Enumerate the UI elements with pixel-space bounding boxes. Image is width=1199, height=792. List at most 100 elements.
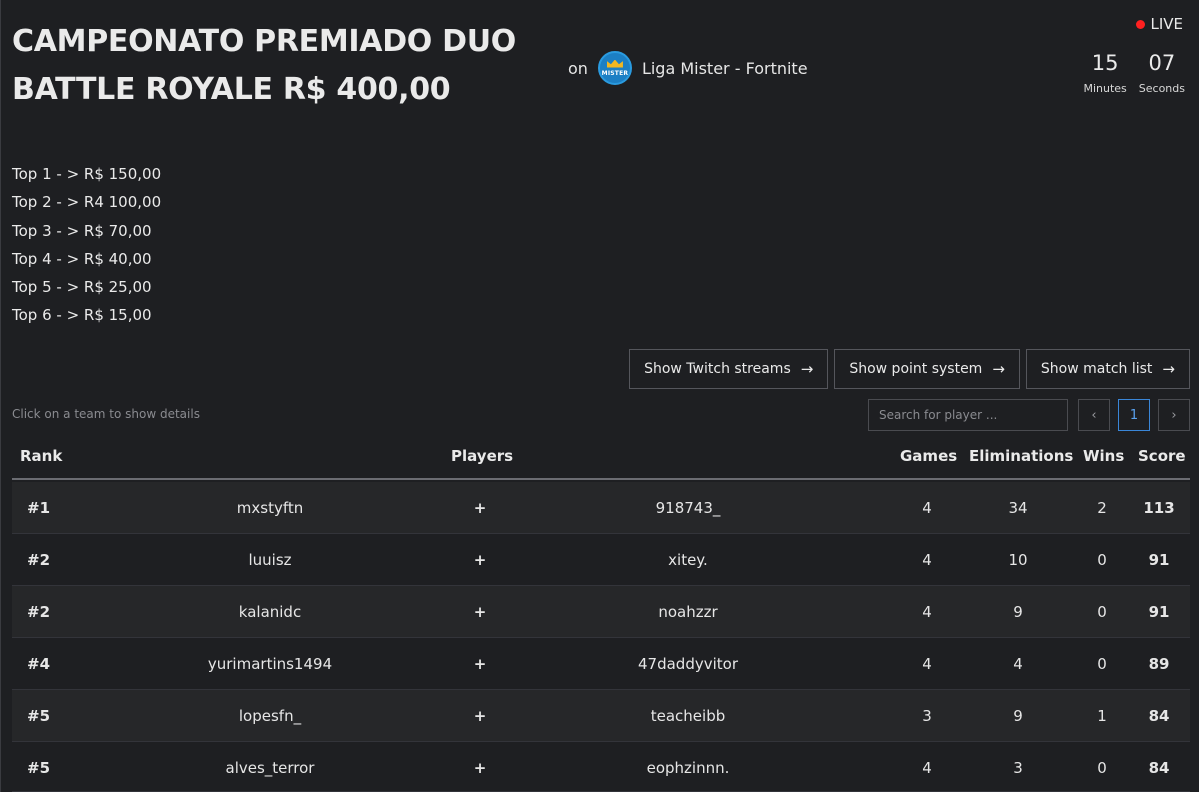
table-row[interactable]: #5 alves_terror + eophzinnn. 4 3 0 84: [12, 742, 1190, 792]
wins-cell: 1: [1097, 707, 1107, 725]
table-row[interactable]: #2 kalanidc + noahzzr 4 9 0 91: [12, 586, 1190, 638]
column-players: Players: [451, 447, 514, 465]
player-2-cell: 918743_: [655, 499, 721, 517]
wins-cell: 0: [1097, 551, 1107, 569]
table-hint: Click on a team to show details: [12, 407, 200, 421]
wins-cell: 0: [1097, 603, 1107, 621]
rank-cell: #4: [27, 655, 51, 673]
arrow-right-icon: →: [992, 360, 1005, 378]
score-cell: 84: [1148, 707, 1170, 725]
player-1-cell: mxstyftn: [236, 499, 304, 517]
live-label: LIVE: [1150, 15, 1183, 33]
prize-item: Top 1 - > R$ 150,00: [12, 165, 162, 183]
eliminations-cell: 3: [1013, 759, 1023, 777]
table-header: Rank Players Games Eliminations Wins Sco…: [12, 440, 1190, 480]
plus-icon: +: [473, 655, 487, 673]
wins-cell: 0: [1097, 759, 1107, 777]
score-cell: 84: [1148, 759, 1170, 777]
games-cell: 4: [922, 759, 932, 777]
pagination: ‹ 1 ›: [1078, 399, 1190, 431]
score-cell: 91: [1148, 551, 1170, 569]
games-cell: 4: [922, 551, 932, 569]
games-cell: 4: [922, 499, 932, 517]
button-label: Show Twitch streams: [644, 361, 791, 377]
event-title: CAMPEONATO PREMIADO DUO BATTLE ROYALE R$…: [12, 18, 532, 114]
action-buttons: Show Twitch streams → Show point system …: [629, 349, 1190, 389]
logo-text: MISTER: [601, 69, 629, 77]
wins-cell: 2: [1097, 499, 1107, 517]
plus-icon: +: [473, 759, 487, 777]
score-cell: 91: [1148, 603, 1170, 621]
organizer-link[interactable]: on MISTER Liga Mister - Fortnite: [568, 50, 808, 86]
seconds-value: 07: [1148, 51, 1176, 75]
crown-icon: [606, 59, 623, 68]
column-score: Score: [1138, 447, 1186, 465]
player-search-input[interactable]: [868, 399, 1068, 431]
player-2-cell: eophzinnn.: [646, 759, 730, 777]
rank-cell: #2: [27, 603, 51, 621]
prize-list: Top 1 - > R$ 150,00 Top 2 - > R4 100,00 …: [12, 160, 161, 330]
live-indicator: LIVE: [1136, 15, 1183, 33]
organizer-logo: MISTER: [597, 51, 632, 85]
table-row[interactable]: #1 mxstyftn + 918743_ 4 34 2 113: [12, 482, 1190, 534]
show-point-system-button[interactable]: Show point system →: [834, 349, 1020, 389]
column-eliminations: Eliminations: [969, 447, 1074, 465]
prize-item: Top 2 - > R4 100,00: [12, 193, 162, 212]
prev-page-button[interactable]: ‹: [1078, 399, 1110, 431]
player-2-cell: 47daddyvitor: [638, 655, 738, 673]
player-1-cell: alves_terror: [225, 759, 315, 777]
wins-cell: 0: [1097, 655, 1107, 673]
timer-minutes: 15 Minutes: [1083, 50, 1126, 95]
player-1-cell: kalanidc: [238, 603, 302, 621]
rank-cell: #5: [27, 707, 51, 725]
live-dot-icon: [1136, 19, 1146, 29]
eliminations-cell: 4: [1013, 655, 1023, 673]
prize-item: Top 6 - > R$ 15,00: [12, 306, 152, 325]
organizer-name[interactable]: Liga Mister - Fortnite: [642, 59, 808, 78]
player-1-cell: yurimartins1494: [207, 655, 333, 673]
table-row[interactable]: #5 lopesfn_ + teacheibb 3 9 1 84: [12, 690, 1190, 742]
arrow-right-icon: →: [1162, 360, 1175, 378]
column-wins: Wins: [1083, 447, 1125, 465]
table-row[interactable]: #2 luuisz + xitey. 4 10 0 91: [12, 534, 1190, 586]
show-twitch-streams-button[interactable]: Show Twitch streams →: [629, 349, 829, 389]
player-2-cell: xitey.: [668, 551, 708, 569]
next-page-button[interactable]: ›: [1158, 399, 1190, 431]
rank-cell: #2: [27, 551, 51, 569]
games-cell: 4: [922, 655, 932, 673]
event-title-line-2: BATTLE ROYALE R$ 400,00: [12, 72, 451, 107]
column-rank: Rank: [20, 447, 63, 465]
eliminations-cell: 34: [1008, 499, 1028, 517]
arrow-right-icon: →: [800, 360, 814, 378]
button-label: Show point system: [849, 361, 983, 377]
score-cell: 113: [1143, 499, 1175, 517]
seconds-label: Seconds: [1138, 82, 1185, 95]
minutes-value: 15: [1091, 51, 1119, 75]
event-title-line-1: CAMPEONATO PREMIADO DUO: [12, 24, 517, 59]
prize-item: Top 4 - > R$ 40,00: [12, 249, 152, 268]
button-label: Show match list: [1040, 361, 1153, 377]
plus-icon: +: [473, 707, 487, 725]
rank-cell: #1: [27, 499, 51, 517]
player-2-cell: noahzzr: [658, 603, 718, 621]
timer-seconds: 07 Seconds: [1139, 50, 1185, 95]
player-1-cell: lopesfn_: [238, 707, 302, 725]
on-label: on: [568, 58, 588, 78]
prize-item: Top 5 - > R$ 25,00: [12, 278, 152, 297]
eliminations-cell: 10: [1008, 551, 1028, 569]
column-games: Games: [900, 447, 958, 465]
page-1-button[interactable]: 1: [1118, 399, 1150, 431]
table-row[interactable]: #4 yurimartins1494 + 47daddyvitor 4 4 0 …: [12, 638, 1190, 690]
games-cell: 4: [922, 603, 932, 621]
rank-cell: #5: [27, 759, 51, 777]
minutes-label: Minutes: [1083, 82, 1127, 95]
plus-icon: +: [473, 499, 487, 517]
plus-icon: +: [473, 603, 487, 621]
score-cell: 89: [1148, 655, 1170, 673]
player-1-cell: luuisz: [248, 551, 292, 569]
eliminations-cell: 9: [1013, 707, 1023, 725]
countdown-timer: 15 Minutes 07 Seconds: [1083, 50, 1185, 95]
player-2-cell: teacheibb: [650, 707, 726, 725]
plus-icon: +: [473, 551, 487, 569]
show-match-list-button[interactable]: Show match list →: [1025, 349, 1190, 389]
